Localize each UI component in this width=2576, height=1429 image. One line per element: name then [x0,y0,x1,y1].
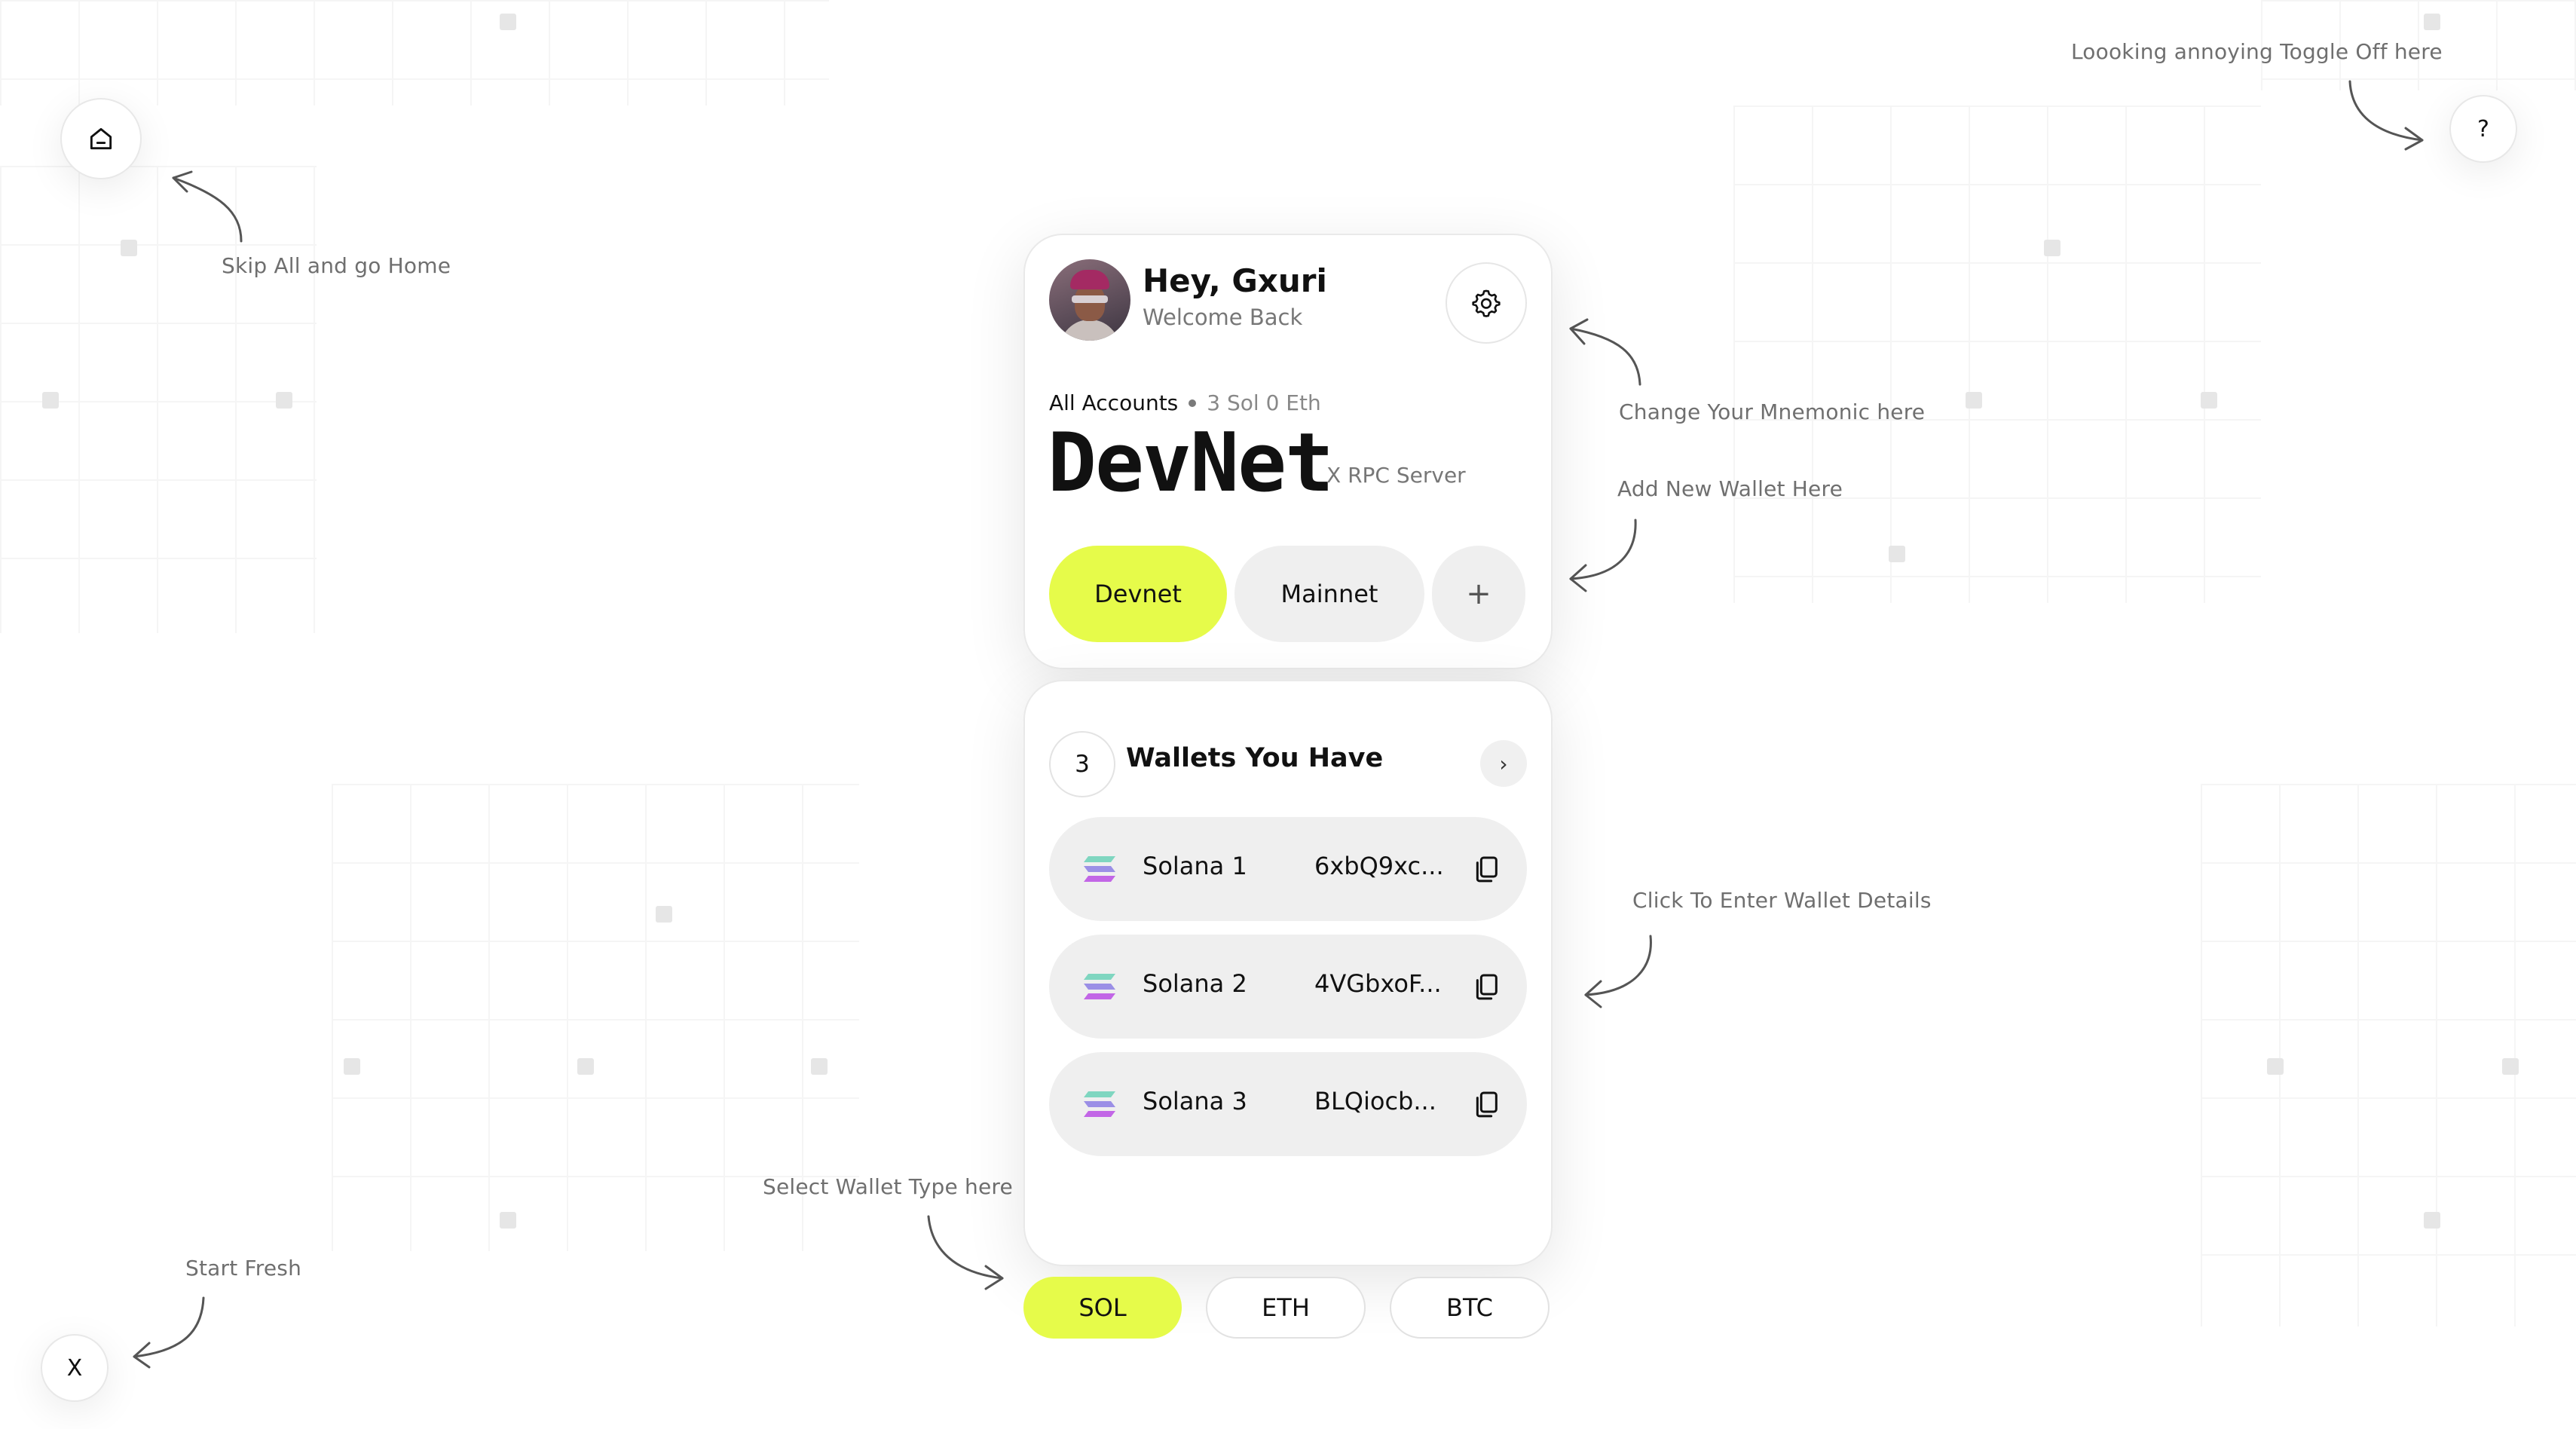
accounts-label: All Accounts [1049,390,1179,415]
hint-add-wallet: Add New Wallet Here [1617,476,1843,501]
bg-square [121,240,137,256]
wallet-address: BLQiocb... [1314,1087,1436,1115]
solana-icon [1084,1091,1115,1117]
copy-icon[interactable] [1471,971,1501,1002]
wallets-panel: 3 Wallets You Have › Solana 1 6xbQ9xc...… [1023,680,1553,1266]
wallet-row[interactable]: Solana 2 4VGbxoF... [1049,935,1527,1039]
greeting: Hey, Gxuri [1143,262,1327,299]
bg-square [500,1212,516,1229]
chain-btc-button[interactable]: BTC [1390,1277,1550,1339]
chain-sol-button[interactable]: SOL [1023,1277,1182,1339]
arrow-to-chain [927,1215,1004,1290]
welcome-subtitle: Welcome Back [1143,304,1303,330]
bg-square [577,1058,594,1075]
bg-square [656,906,672,923]
wallet-name: Solana 2 [1143,969,1247,998]
gear-icon [1472,289,1501,317]
help-button[interactable]: ? [2449,95,2517,163]
separator-dot [1189,399,1197,407]
bg-square [500,14,516,30]
arrow-to-add [1569,519,1637,592]
rpc-server-label: X RPC Server [1326,463,1466,488]
bg-square [1966,392,1982,409]
bg-square [42,392,59,409]
wallets-next-button[interactable]: › [1480,740,1527,787]
bg-square [1889,546,1905,562]
bg-grid [2201,784,2576,1326]
wallet-name: Solana 3 [1143,1087,1247,1115]
hint-wallet-type: Select Wallet Type here [763,1174,1013,1199]
bg-square [2424,14,2440,30]
arrow-to-home [172,170,243,243]
home-button[interactable] [60,98,142,179]
hint-mnemonic: Change Your Mnemonic here [1619,399,1926,424]
home-icon [90,127,112,150]
wallet-row[interactable]: Solana 3 BLQiocb... [1049,1052,1527,1156]
account-panel: Hey, Gxuri Welcome Back All Accounts 3 S… [1023,234,1553,669]
network-title: DevNet [1048,416,1334,510]
reset-label: X [66,1354,83,1382]
bg-square [2424,1212,2440,1229]
accounts-balance: 3 Sol 0 Eth [1207,390,1321,415]
wallet-address: 6xbQ9xc... [1314,852,1444,880]
wallet-address: 4VGbxoF... [1314,969,1442,998]
arrow-to-settings [1569,318,1641,386]
wallet-row[interactable]: Solana 1 6xbQ9xc... [1049,817,1527,921]
chain-eth-button[interactable]: ETH [1206,1277,1366,1339]
avatar [1049,259,1130,341]
bg-square [344,1058,360,1075]
solana-icon [1084,856,1115,882]
arrow-to-wallets [1584,935,1652,1008]
arrow-to-start-fresh [133,1296,205,1369]
add-network-button[interactable]: + [1432,546,1525,642]
wallets-title: Wallets You Have [1126,743,1384,773]
bg-square [811,1058,828,1075]
hint-wallet-details: Click To Enter Wallet Details [1632,888,1932,913]
help-label: ? [2477,115,2489,142]
bg-square [2044,240,2060,256]
hint-start-fresh: Start Fresh [185,1256,302,1281]
copy-icon[interactable] [1471,1088,1501,1120]
accounts-summary: All Accounts 3 Sol 0 Eth [1049,390,1321,415]
network-mainnet-button[interactable]: Mainnet [1234,546,1424,642]
arrow-to-help [2348,80,2424,151]
bg-square [2267,1058,2284,1075]
bg-grid [0,0,829,106]
settings-button[interactable] [1446,262,1527,344]
bg-square [2502,1058,2519,1075]
solana-icon [1084,974,1115,999]
hint-home: Skip All and go Home [222,253,451,278]
start-fresh-button[interactable]: X [41,1334,109,1402]
wallet-name: Solana 1 [1143,852,1247,880]
network-devnet-button[interactable]: Devnet [1049,546,1227,642]
bg-grid [1733,106,2261,603]
chevron-right-icon: › [1499,751,1508,776]
wallet-count-badge: 3 [1049,731,1115,797]
bg-square [276,392,292,409]
bg-square [2201,392,2217,409]
hint-toggle-off: Loooking annoying Toggle Off here [2071,39,2443,64]
copy-icon[interactable] [1471,853,1501,885]
